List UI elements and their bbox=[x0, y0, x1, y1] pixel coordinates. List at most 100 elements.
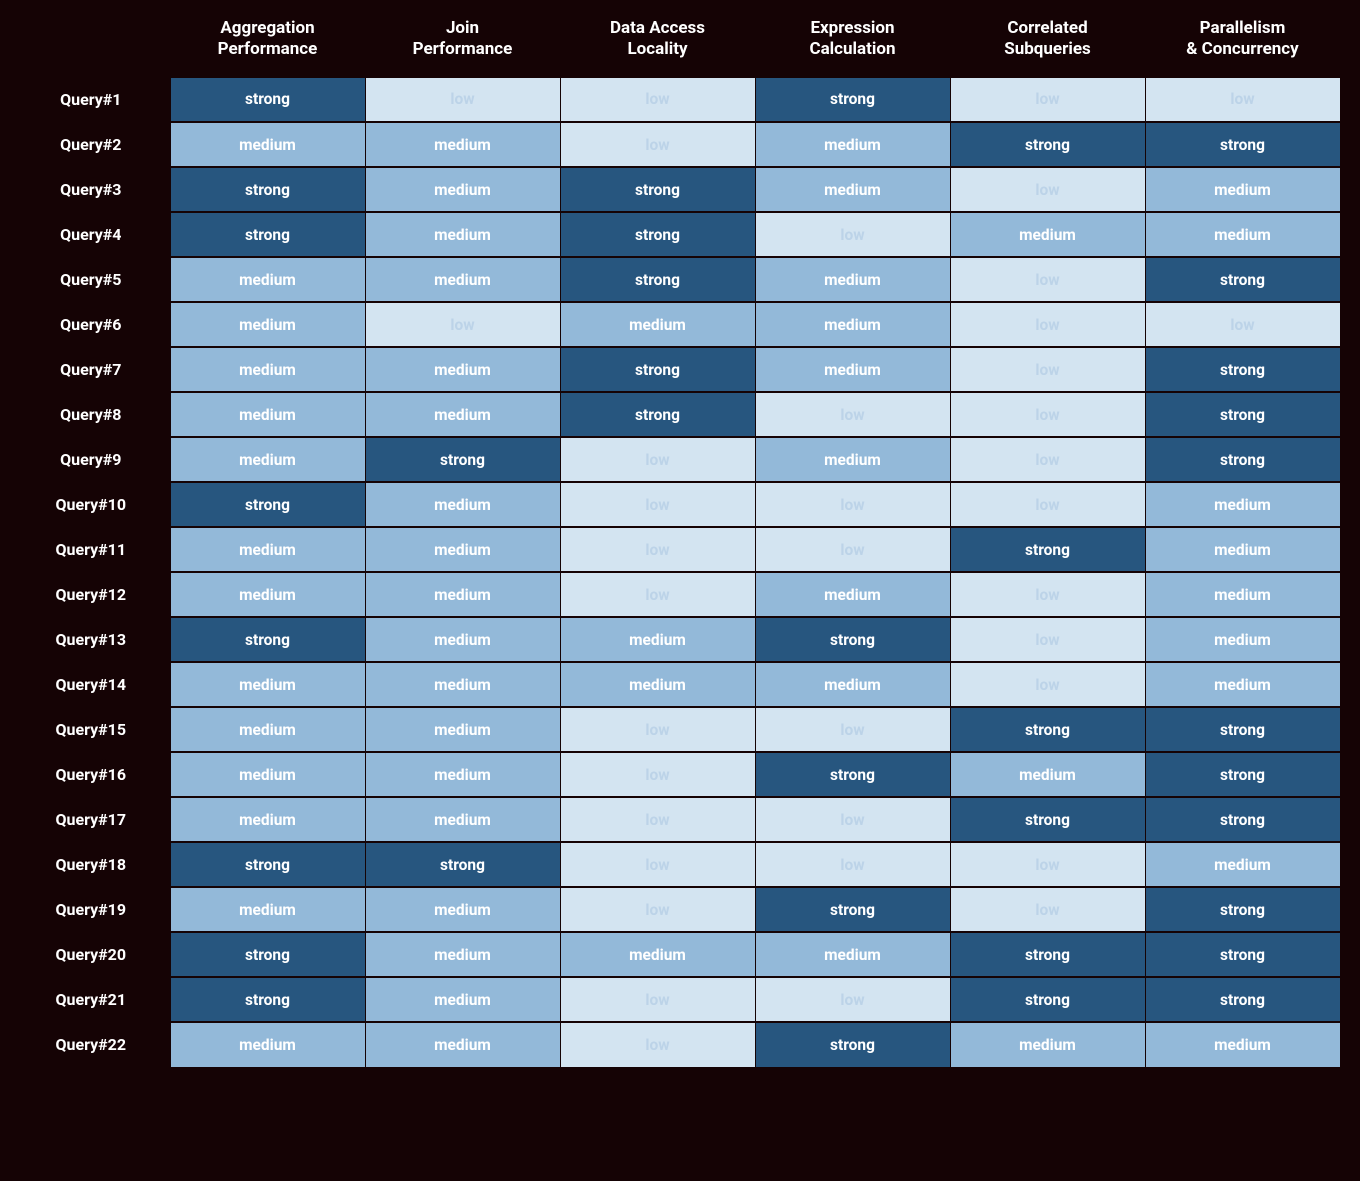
heatmap-cell: medium bbox=[365, 932, 560, 977]
col-header: Data Access Locality bbox=[560, 12, 755, 77]
col-header: Correlated Subqueries bbox=[950, 12, 1145, 77]
heatmap-cell: low bbox=[755, 212, 950, 257]
heatmap-cell: low bbox=[755, 707, 950, 752]
heatmap-cell: medium bbox=[365, 212, 560, 257]
heatmap-cell: strong bbox=[1145, 392, 1340, 437]
heatmap-cell: strong bbox=[1145, 887, 1340, 932]
heatmap-cell: medium bbox=[365, 347, 560, 392]
heatmap-cell: medium bbox=[170, 1022, 365, 1067]
heatmap-cell: strong bbox=[1145, 932, 1340, 977]
row-header: Query#20 bbox=[20, 932, 170, 977]
heatmap-cell: medium bbox=[170, 392, 365, 437]
row-header: Query#8 bbox=[20, 392, 170, 437]
heatmap-cell: low bbox=[950, 167, 1145, 212]
heatmap-cell: medium bbox=[1145, 1022, 1340, 1067]
row-header: Query#21 bbox=[20, 977, 170, 1022]
table-row: Query#22mediummediumlowstrongmediummediu… bbox=[20, 1022, 1340, 1067]
table-row: Query#12mediummediumlowmediumlowmedium bbox=[20, 572, 1340, 617]
heatmap-cell: medium bbox=[365, 482, 560, 527]
heatmap-cell: medium bbox=[365, 752, 560, 797]
table-row: Query#9mediumstronglowmediumlowstrong bbox=[20, 437, 1340, 482]
heatmap-cell: low bbox=[560, 842, 755, 887]
heatmap-cell: low bbox=[560, 527, 755, 572]
row-header: Query#9 bbox=[20, 437, 170, 482]
table-row: Query#4strongmediumstronglowmediummedium bbox=[20, 212, 1340, 257]
table-row: Query#1stronglowlowstronglowlow bbox=[20, 77, 1340, 122]
heatmap-cell: strong bbox=[560, 392, 755, 437]
heatmap-cell: low bbox=[950, 482, 1145, 527]
heatmap-cell: strong bbox=[755, 617, 950, 662]
table-row: Query#10strongmediumlowlowlowmedium bbox=[20, 482, 1340, 527]
heatmap-cell: medium bbox=[755, 437, 950, 482]
heatmap-cell: strong bbox=[365, 842, 560, 887]
heatmap-cell: strong bbox=[1145, 257, 1340, 302]
heatmap-cell: medium bbox=[365, 392, 560, 437]
heatmap-cell: medium bbox=[170, 887, 365, 932]
heatmap-cell: low bbox=[365, 302, 560, 347]
heatmap-cell: strong bbox=[755, 77, 950, 122]
heatmap-cell: low bbox=[560, 77, 755, 122]
heatmap-cell: low bbox=[950, 887, 1145, 932]
col-header: Expression Calculation bbox=[755, 12, 950, 77]
row-header: Query#7 bbox=[20, 347, 170, 392]
heatmap-cell: low bbox=[560, 482, 755, 527]
table-row: Query#5mediummediumstrongmediumlowstrong bbox=[20, 257, 1340, 302]
heatmap-cell: strong bbox=[950, 932, 1145, 977]
heatmap-cell: medium bbox=[365, 122, 560, 167]
heatmap-cell: low bbox=[560, 977, 755, 1022]
heatmap-cell: medium bbox=[950, 212, 1145, 257]
heatmap-cell: strong bbox=[755, 752, 950, 797]
heatmap-cell: low bbox=[950, 662, 1145, 707]
table-row: Query#3strongmediumstrongmediumlowmedium bbox=[20, 167, 1340, 212]
heatmap-cell: medium bbox=[755, 167, 950, 212]
row-header: Query#17 bbox=[20, 797, 170, 842]
row-header: Query#2 bbox=[20, 122, 170, 167]
heatmap-cell: medium bbox=[1145, 572, 1340, 617]
heatmap-cell: low bbox=[950, 572, 1145, 617]
heatmap-cell: low bbox=[950, 842, 1145, 887]
heatmap-cell: strong bbox=[950, 797, 1145, 842]
table-row: Query#7mediummediumstrongmediumlowstrong bbox=[20, 347, 1340, 392]
heatmap-cell: medium bbox=[365, 257, 560, 302]
row-header: Query#1 bbox=[20, 77, 170, 122]
table-row: Query#15mediummediumlowlowstrongstrong bbox=[20, 707, 1340, 752]
heatmap-body: Query#1stronglowlowstronglowlowQuery#2me… bbox=[20, 77, 1340, 1067]
heatmap-cell: low bbox=[950, 392, 1145, 437]
heatmap-cell: low bbox=[1145, 302, 1340, 347]
heatmap-cell: low bbox=[560, 887, 755, 932]
heatmap-cell: strong bbox=[1145, 437, 1340, 482]
heatmap-cell: medium bbox=[170, 122, 365, 167]
heatmap-cell: strong bbox=[170, 77, 365, 122]
heatmap-cell: low bbox=[560, 572, 755, 617]
heatmap-cell: medium bbox=[365, 617, 560, 662]
row-header: Query#6 bbox=[20, 302, 170, 347]
heatmap-cell: low bbox=[755, 527, 950, 572]
row-header: Query#18 bbox=[20, 842, 170, 887]
heatmap-cell: medium bbox=[1145, 167, 1340, 212]
heatmap-cell: medium bbox=[950, 752, 1145, 797]
row-header: Query#13 bbox=[20, 617, 170, 662]
heatmap-cell: medium bbox=[170, 347, 365, 392]
heatmap-table: Aggregation Performance Join Performance… bbox=[20, 12, 1341, 1068]
col-header: Aggregation Performance bbox=[170, 12, 365, 77]
table-row: Query#17mediummediumlowlowstrongstrong bbox=[20, 797, 1340, 842]
heatmap-cell: strong bbox=[950, 527, 1145, 572]
heatmap-cell: medium bbox=[365, 527, 560, 572]
row-header: Query#12 bbox=[20, 572, 170, 617]
heatmap-cell: medium bbox=[1145, 482, 1340, 527]
heatmap-cell: strong bbox=[950, 977, 1145, 1022]
heatmap-cell: medium bbox=[560, 617, 755, 662]
row-header: Query#10 bbox=[20, 482, 170, 527]
heatmap-cell: strong bbox=[1145, 977, 1340, 1022]
heatmap-cell: low bbox=[755, 797, 950, 842]
heatmap-cell: medium bbox=[755, 257, 950, 302]
heatmap-cell: low bbox=[1145, 77, 1340, 122]
heatmap-cell: medium bbox=[755, 932, 950, 977]
heatmap-cell: medium bbox=[365, 662, 560, 707]
heatmap-cell: low bbox=[950, 77, 1145, 122]
heatmap-cell: strong bbox=[950, 122, 1145, 167]
heatmap-cell: strong bbox=[755, 887, 950, 932]
heatmap-cell: strong bbox=[560, 212, 755, 257]
heatmap-cell: strong bbox=[1145, 707, 1340, 752]
table-row: Query#21strongmediumlowlowstrongstrong bbox=[20, 977, 1340, 1022]
